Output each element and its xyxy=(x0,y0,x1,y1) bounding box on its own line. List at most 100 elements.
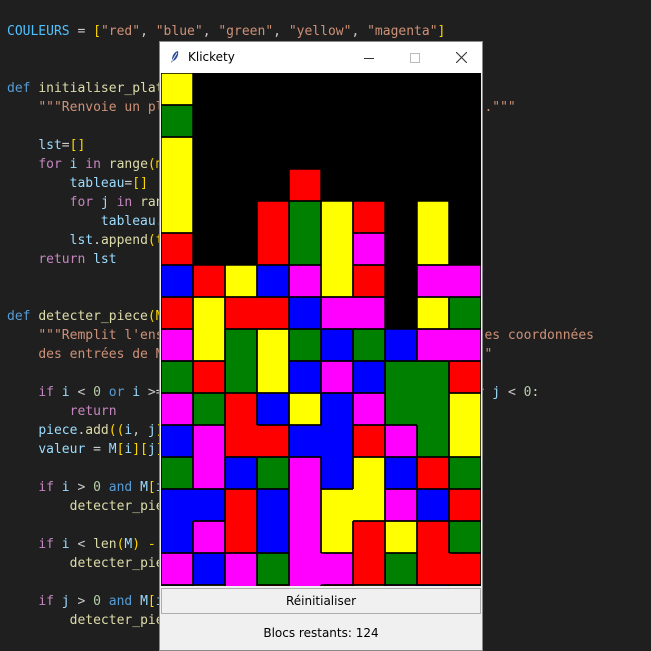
block-cell[interactable] xyxy=(257,489,289,521)
block-cell[interactable] xyxy=(353,297,385,329)
block-cell[interactable] xyxy=(289,297,321,329)
block-cell[interactable] xyxy=(449,425,481,457)
block-cell[interactable] xyxy=(449,489,481,521)
block-cell[interactable] xyxy=(257,521,289,553)
block-cell[interactable] xyxy=(417,553,449,585)
block-cell[interactable] xyxy=(161,521,193,553)
block-cell[interactable] xyxy=(321,457,353,489)
block-cell[interactable] xyxy=(161,105,193,137)
block-cell[interactable] xyxy=(353,553,385,585)
block-cell[interactable] xyxy=(161,457,193,489)
block-cell[interactable] xyxy=(417,265,449,297)
block-cell[interactable] xyxy=(449,329,481,361)
block-cell[interactable] xyxy=(353,265,385,297)
block-cell[interactable] xyxy=(321,201,353,233)
reset-button[interactable]: Réinitialiser xyxy=(161,588,481,614)
block-cell[interactable] xyxy=(193,329,225,361)
block-cell[interactable] xyxy=(385,361,417,393)
block-cell[interactable] xyxy=(193,553,225,585)
block-cell[interactable] xyxy=(161,329,193,361)
block-cell[interactable] xyxy=(417,201,449,233)
block-cell[interactable] xyxy=(321,297,353,329)
block-cell[interactable] xyxy=(193,393,225,425)
block-cell[interactable] xyxy=(385,553,417,585)
block-cell[interactable] xyxy=(225,393,257,425)
block-cell[interactable] xyxy=(289,361,321,393)
block-cell[interactable] xyxy=(289,265,321,297)
block-cell[interactable] xyxy=(225,521,257,553)
maximize-button[interactable] xyxy=(392,42,438,73)
block-cell[interactable] xyxy=(353,521,385,553)
block-cell[interactable] xyxy=(385,425,417,457)
block-cell[interactable] xyxy=(193,297,225,329)
block-cell[interactable] xyxy=(321,393,353,425)
block-cell[interactable] xyxy=(417,521,449,553)
block-cell[interactable] xyxy=(161,489,193,521)
block-cell[interactable] xyxy=(321,265,353,297)
block-cell[interactable] xyxy=(449,265,481,297)
block-cell[interactable] xyxy=(225,297,257,329)
block-cell[interactable] xyxy=(193,489,225,521)
block-cell[interactable] xyxy=(161,169,193,201)
block-cell[interactable] xyxy=(385,521,417,553)
block-cell[interactable] xyxy=(289,489,321,521)
block-cell[interactable] xyxy=(225,425,257,457)
block-cell[interactable] xyxy=(161,233,193,265)
block-cell[interactable] xyxy=(289,521,321,553)
block-cell[interactable] xyxy=(161,425,193,457)
block-cell[interactable] xyxy=(289,425,321,457)
block-cell[interactable] xyxy=(353,329,385,361)
block-cell[interactable] xyxy=(225,361,257,393)
block-cell[interactable] xyxy=(449,457,481,489)
block-cell[interactable] xyxy=(257,233,289,265)
block-cell[interactable] xyxy=(289,169,321,201)
block-cell[interactable] xyxy=(225,585,257,586)
block-cell[interactable] xyxy=(161,73,193,105)
block-cell[interactable] xyxy=(321,489,353,521)
block-cell[interactable] xyxy=(289,585,321,586)
block-cell[interactable] xyxy=(257,553,289,585)
block-cell[interactable] xyxy=(193,265,225,297)
block-cell[interactable] xyxy=(289,393,321,425)
block-cell[interactable] xyxy=(385,457,417,489)
block-cell[interactable] xyxy=(321,361,353,393)
block-cell[interactable] xyxy=(257,361,289,393)
block-cell[interactable] xyxy=(417,425,449,457)
block-cell[interactable] xyxy=(321,521,353,553)
block-cell[interactable] xyxy=(289,201,321,233)
block-cell[interactable] xyxy=(161,265,193,297)
block-cell[interactable] xyxy=(225,457,257,489)
block-cell[interactable] xyxy=(449,521,481,553)
block-cell[interactable] xyxy=(449,393,481,425)
block-cell[interactable] xyxy=(161,393,193,425)
block-cell[interactable] xyxy=(321,553,353,585)
block-cell[interactable] xyxy=(161,553,193,585)
block-cell[interactable] xyxy=(353,489,385,521)
block-cell[interactable] xyxy=(353,233,385,265)
block-cell[interactable] xyxy=(417,361,449,393)
block-cell[interactable] xyxy=(257,201,289,233)
block-cell[interactable] xyxy=(385,329,417,361)
block-cell[interactable] xyxy=(353,457,385,489)
block-cell[interactable] xyxy=(417,297,449,329)
block-cell[interactable] xyxy=(449,553,481,585)
game-board-canvas[interactable] xyxy=(161,73,481,586)
block-cell[interactable] xyxy=(161,297,193,329)
block-cell[interactable] xyxy=(225,329,257,361)
block-cell[interactable] xyxy=(257,329,289,361)
block-cell[interactable] xyxy=(225,489,257,521)
block-cell[interactable] xyxy=(289,553,321,585)
block-cell[interactable] xyxy=(449,297,481,329)
block-cell[interactable] xyxy=(257,265,289,297)
minimize-button[interactable] xyxy=(346,42,392,73)
block-cell[interactable] xyxy=(193,361,225,393)
block-cell[interactable] xyxy=(161,361,193,393)
block-cell[interactable] xyxy=(449,361,481,393)
block-cell[interactable] xyxy=(257,425,289,457)
block-cell[interactable] xyxy=(385,489,417,521)
block-cell[interactable] xyxy=(417,329,449,361)
block-cell[interactable] xyxy=(289,329,321,361)
block-cell[interactable] xyxy=(353,361,385,393)
block-cell[interactable] xyxy=(257,297,289,329)
block-cell[interactable] xyxy=(353,201,385,233)
